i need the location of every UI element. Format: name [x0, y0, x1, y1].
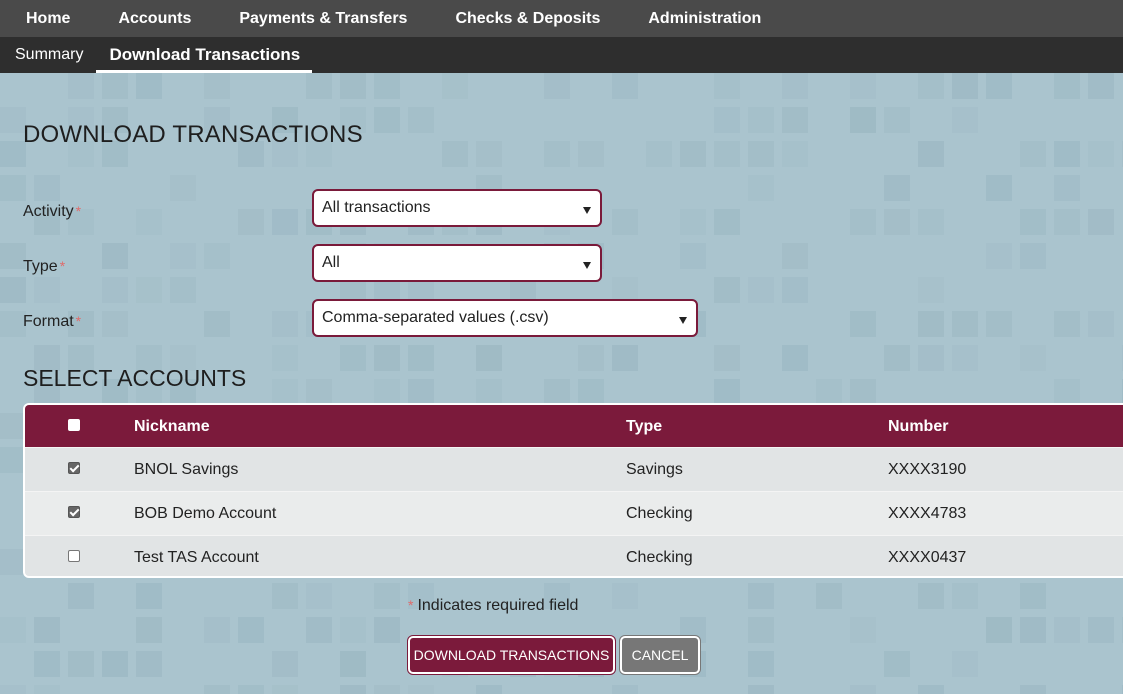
row-checkbox[interactable] [68, 462, 80, 474]
account-nickname: Test TAS Account [134, 549, 259, 566]
nav-administration[interactable]: Administration [624, 10, 785, 28]
account-number: XXXX4783 [888, 505, 967, 522]
nav-checks-deposits[interactable]: Checks & Deposits [431, 10, 624, 28]
account-nickname: BNOL Savings [134, 461, 239, 478]
select-all-checkbox[interactable] [68, 419, 80, 431]
table-body: BNOL Savings Savings XXXX3190 BOB Demo A… [25, 447, 1123, 576]
activity-label: Activity * [23, 203, 81, 221]
account-nickname: BOB Demo Account [134, 505, 277, 522]
table-header: Nickname Type Number [25, 405, 1123, 447]
type-select[interactable]: All [312, 244, 602, 282]
type-label: Type * [23, 258, 65, 276]
required-note-text: Indicates required field [417, 597, 579, 614]
accounts-table: Nickname Type Number BNOL Savings Saving… [23, 403, 1123, 578]
table-row[interactable]: BNOL Savings Savings XXXX3190 [25, 447, 1123, 491]
nav-home[interactable]: Home [0, 10, 94, 28]
select-accounts-heading: SELECT ACCOUNTS [23, 365, 247, 391]
account-type: Checking [626, 505, 693, 522]
row-checkbox[interactable] [68, 506, 80, 518]
column-header-nickname: Nickname [134, 418, 210, 435]
nav-accounts[interactable]: Accounts [94, 10, 215, 28]
chevron-down-icon [583, 262, 591, 269]
column-header-number: Number [888, 418, 949, 435]
download-transactions-button[interactable]: DOWNLOAD TRANSACTIONS [408, 636, 615, 674]
account-number: XXXX3190 [888, 461, 967, 478]
required-field-note: * Indicates required field [408, 597, 578, 615]
format-label: Format * [23, 313, 81, 331]
main-content: DOWNLOAD TRANSACTIONS Activity * All tran… [0, 73, 1123, 694]
row-checkbox[interactable] [68, 550, 80, 562]
required-marker: * [75, 313, 82, 329]
required-marker: * [75, 203, 82, 219]
account-type: Savings [626, 461, 683, 478]
format-select-value: Comma-separated values (.csv) [322, 309, 549, 326]
activity-select-value: All transactions [322, 199, 431, 216]
type-label-text: Type [23, 258, 58, 275]
sub-navigation: Summary Download Transactions [0, 37, 1123, 73]
chevron-down-icon [679, 317, 687, 324]
table-row[interactable]: BOB Demo Account Checking XXXX4783 [25, 491, 1123, 535]
required-marker: * [408, 597, 414, 613]
top-navigation: Home Accounts Payments & Transfers Check… [0, 0, 1123, 37]
format-select[interactable]: Comma-separated values (.csv) [312, 299, 698, 337]
table-row[interactable]: Test TAS Account Checking XXXX0437 [25, 535, 1123, 576]
account-type: Checking [626, 549, 693, 566]
subnav-summary[interactable]: Summary [15, 37, 83, 73]
chevron-down-icon [583, 207, 591, 214]
column-header-type: Type [626, 418, 663, 435]
format-label-text: Format [23, 313, 74, 330]
activity-select[interactable]: All transactions [312, 189, 602, 227]
type-select-value: All [322, 254, 340, 271]
account-number: XXXX0437 [888, 549, 967, 566]
subnav-download-transactions[interactable]: Download Transactions [96, 37, 313, 73]
cancel-button[interactable]: CANCEL [620, 636, 700, 674]
required-marker: * [59, 258, 66, 274]
activity-label-text: Activity [23, 203, 74, 220]
page-title: DOWNLOAD TRANSACTIONS [23, 121, 363, 148]
nav-payments-transfers[interactable]: Payments & Transfers [215, 10, 431, 28]
